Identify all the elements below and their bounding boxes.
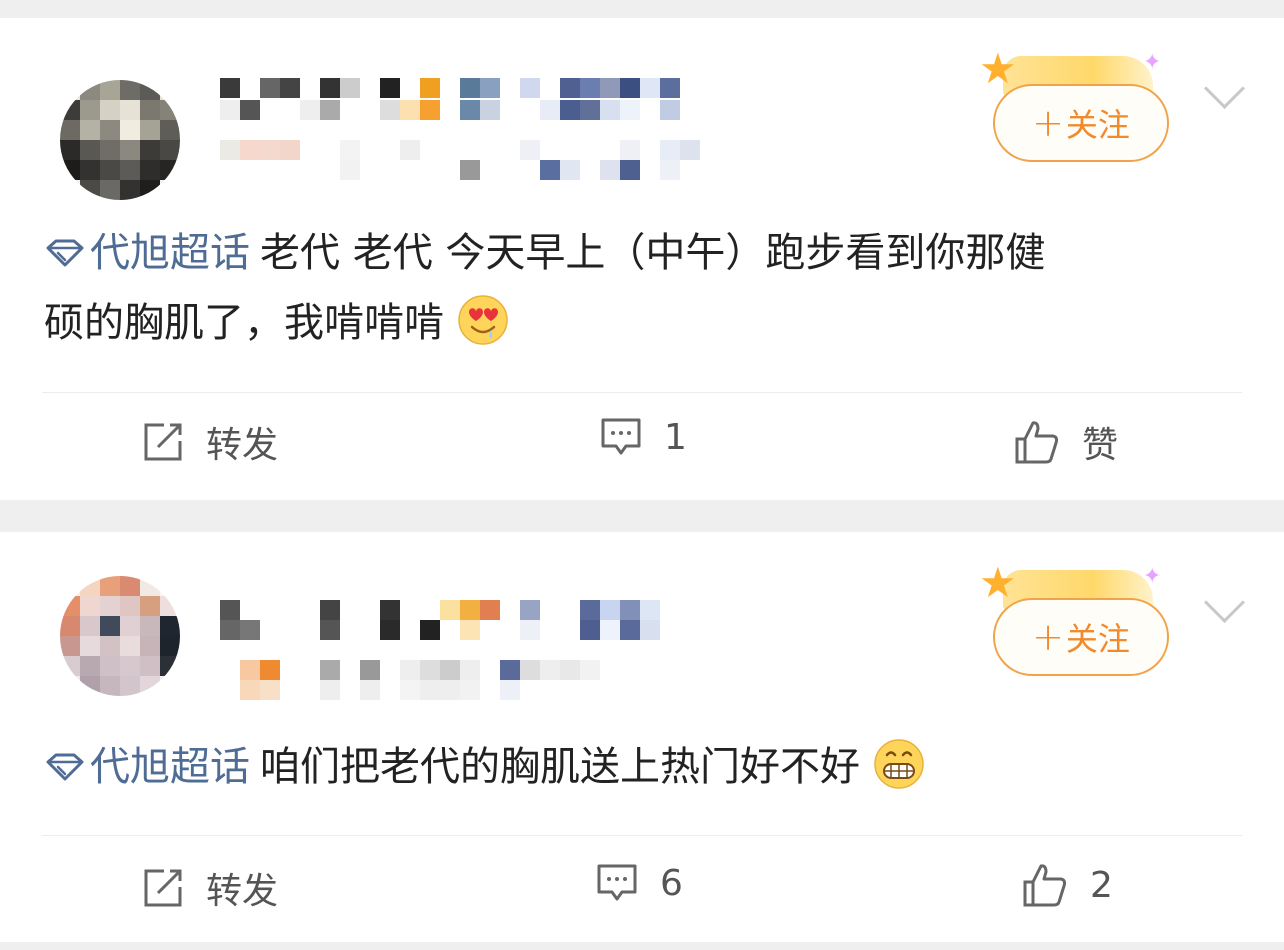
star-icon: ★ bbox=[979, 558, 1017, 607]
comment-icon bbox=[601, 418, 641, 455]
post-text-line1: 咱们把老代的胸肌送上热门好不好 bbox=[260, 744, 860, 790]
repost-label: 转发 bbox=[206, 425, 279, 466]
follow-area: ★ ✦ + 关注 bbox=[975, 558, 1175, 676]
sparkle-icon: ✦ bbox=[1143, 564, 1162, 589]
plus-icon: + bbox=[1032, 615, 1064, 659]
comment-button[interactable]: 6 bbox=[596, 862, 683, 904]
username-blurred[interactable] bbox=[220, 78, 680, 98]
topic-link[interactable]: 代旭超话 bbox=[44, 744, 250, 790]
username-blurred[interactable] bbox=[220, 600, 660, 620]
topic-link[interactable]: 代旭超话 bbox=[44, 230, 250, 276]
follow-area: ★ ✦ + 关注 bbox=[975, 44, 1175, 162]
post-card: ★ ✦ + 关注 代旭超话 咱们把老代的胸肌送上热门好不好 转发 6 2 bbox=[0, 532, 1284, 942]
topic-label: 代旭超话 bbox=[90, 230, 250, 276]
chevron-down-icon[interactable] bbox=[1203, 67, 1246, 110]
divider bbox=[42, 392, 1242, 393]
post-card: ★ ✦ + 关注 代旭超话 老代 老代 今天早上（中午）跑步看到你那健 硕的胸肌了… bbox=[0, 18, 1284, 500]
plus-icon: + bbox=[1032, 101, 1064, 145]
post-meta-blurred-row2 bbox=[220, 160, 680, 180]
comment-count: 6 bbox=[660, 862, 683, 904]
repost-button[interactable]: 转发 bbox=[142, 416, 278, 468]
like-label: 赞 bbox=[1082, 425, 1119, 466]
top-gap bbox=[0, 0, 1284, 18]
post-meta-blurred bbox=[220, 140, 700, 160]
star-icon: ★ bbox=[979, 44, 1017, 93]
follow-button[interactable]: + 关注 bbox=[993, 84, 1169, 162]
repost-button[interactable]: 转发 bbox=[142, 862, 278, 914]
diamond-icon bbox=[46, 753, 84, 781]
repost-icon bbox=[144, 423, 182, 461]
heart-eyes-drool-emoji bbox=[457, 295, 508, 345]
username-blurred-row2 bbox=[220, 100, 680, 120]
diamond-icon bbox=[46, 239, 84, 267]
comment-count: 1 bbox=[664, 416, 687, 458]
follow-button[interactable]: + 关注 bbox=[993, 598, 1169, 676]
thumbs-up-icon bbox=[1023, 864, 1067, 907]
comment-button[interactable]: 1 bbox=[600, 416, 687, 458]
username-blurred-row2 bbox=[220, 620, 660, 640]
post-content: 代旭超话 咱们把老代的胸肌送上热门好不好 bbox=[44, 732, 1244, 802]
like-button[interactable]: 赞 bbox=[1014, 416, 1118, 468]
avatar[interactable] bbox=[60, 576, 180, 696]
repost-label: 转发 bbox=[206, 871, 279, 912]
follow-label: 关注 bbox=[1065, 620, 1130, 658]
post-meta-blurred bbox=[220, 660, 660, 680]
post-meta-blurred-row2 bbox=[220, 680, 660, 700]
thumbs-up-icon bbox=[1015, 421, 1059, 464]
post-text-line2: 硕的胸肌了，我啃啃啃 bbox=[44, 300, 444, 346]
grin-emoji bbox=[873, 739, 924, 789]
avatar[interactable] bbox=[60, 80, 180, 200]
divider bbox=[42, 835, 1242, 836]
sparkle-icon: ✦ bbox=[1143, 50, 1162, 75]
post-content: 代旭超话 老代 老代 今天早上（中午）跑步看到你那健 硕的胸肌了，我啃啃啃 bbox=[44, 218, 1244, 358]
like-button[interactable]: 2 bbox=[1022, 862, 1113, 908]
topic-label: 代旭超话 bbox=[90, 744, 250, 790]
comment-icon bbox=[597, 864, 637, 901]
chevron-down-icon[interactable] bbox=[1203, 581, 1246, 624]
follow-label: 关注 bbox=[1065, 106, 1130, 144]
repost-icon bbox=[144, 869, 182, 907]
post-text-line1: 老代 老代 今天早上（中午）跑步看到你那健 bbox=[260, 230, 1046, 276]
like-count: 2 bbox=[1090, 864, 1113, 906]
